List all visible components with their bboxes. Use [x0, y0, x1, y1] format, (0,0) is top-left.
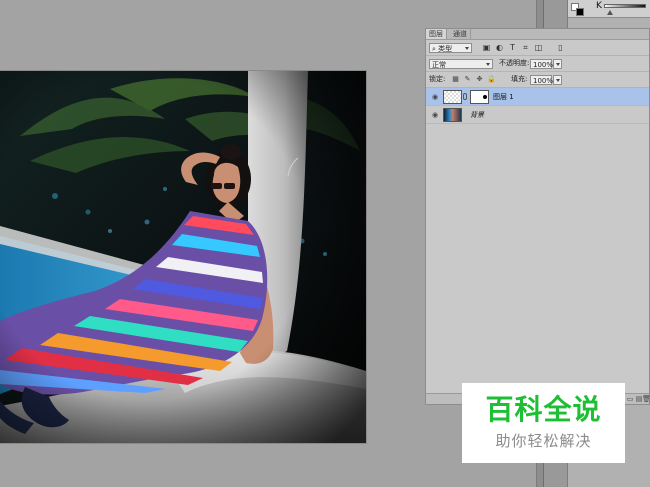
filter-row: ⌕ 类型 ▣ ◐ T ⌗ ◫ ▯ [426, 40, 649, 56]
lock-position-icon[interactable]: ✥ [475, 75, 484, 84]
lock-image-icon[interactable]: ✎ [463, 75, 472, 84]
background-layer-thumbnail [443, 108, 462, 122]
chevron-down-icon [465, 47, 469, 50]
watermark-title: 百科全说 [485, 393, 602, 426]
smart-object-filter-icon[interactable]: ◫ [534, 43, 543, 52]
lock-row: 锁定: ▦ ✎ ✥ 🔒 填充: 100% [426, 72, 649, 88]
layer-mask-thumbnail[interactable] [470, 90, 489, 104]
fill-dropdown[interactable] [553, 75, 562, 85]
layer-filter-select[interactable]: ⌕ 类型 [429, 43, 472, 53]
photoshop-workspace: K 图层 通道 ⌕ 类型 ▣ ◐ T ⌗ ◫ ▯ 正常 不透明度: 100% 锁… [0, 0, 650, 487]
color-panel: K [568, 0, 650, 18]
opacity-label: 不透明度: [499, 59, 530, 67]
toggle-filter-icon[interactable]: ▯ [556, 43, 565, 52]
opacity-dropdown[interactable] [553, 59, 562, 69]
layer-row-background[interactable]: ◉ 背景 [426, 106, 649, 124]
image-filter-icon[interactable]: ▣ [482, 43, 491, 52]
eye-icon[interactable]: ◉ [431, 93, 439, 101]
lock-transparent-icon[interactable]: ▦ [451, 75, 460, 84]
layer-filter-label: 类型 [438, 45, 453, 53]
watermark-subtitle: 助你轻松解决 [495, 432, 592, 450]
type-filter-icon[interactable]: T [508, 43, 517, 52]
chevron-down-icon [556, 79, 560, 82]
tab-layers[interactable]: 图层 [426, 29, 447, 39]
photo-preview [0, 71, 366, 443]
group-icon[interactable]: ▭ [626, 395, 634, 403]
trash-icon[interactable]: 🗑 [642, 395, 650, 403]
tab-channels[interactable]: 通道 [450, 29, 471, 39]
opacity-input[interactable]: 100% [530, 59, 553, 69]
layer-row-layer-1[interactable]: ◉ 图层 1 [426, 88, 649, 106]
lock-all-icon[interactable]: 🔒 [487, 75, 496, 84]
mask-brush-icon [483, 95, 487, 99]
blend-mode-select[interactable]: 正常 [429, 59, 493, 69]
chevron-down-icon [486, 63, 490, 66]
mask-link-icon[interactable] [463, 93, 467, 100]
adjustment-filter-icon[interactable]: ◐ [495, 43, 504, 52]
document-canvas[interactable] [0, 71, 366, 443]
layer-thumbnail [443, 90, 462, 104]
blend-row: 正常 不透明度: 100% [426, 56, 649, 72]
chevron-down-icon [556, 63, 560, 66]
background-color-swatch[interactable] [576, 8, 584, 16]
search-icon: ⌕ [432, 45, 436, 53]
shape-filter-icon[interactable]: ⌗ [521, 43, 530, 52]
fill-input[interactable]: 100% [530, 75, 553, 85]
lock-label: 锁定: [429, 75, 446, 83]
blend-mode-value: 正常 [432, 61, 446, 69]
eye-icon[interactable]: ◉ [431, 111, 439, 119]
layers-panel: 图层 通道 ⌕ 类型 ▣ ◐ T ⌗ ◫ ▯ 正常 不透明度: 100% 锁定:… [425, 28, 650, 405]
color-slider[interactable] [604, 4, 646, 8]
vignette-overlay [0, 71, 366, 443]
layer-name: 背景 [470, 111, 484, 119]
color-channel-label: K [596, 1, 602, 11]
fill-label: 填充: [511, 75, 528, 83]
layer-name: 图层 1 [493, 93, 514, 101]
panel-tabs: 图层 通道 [426, 29, 649, 40]
watermark-card: 百科全说 助你轻松解决 [462, 383, 625, 463]
color-slider-thumb-icon[interactable] [607, 10, 613, 15]
